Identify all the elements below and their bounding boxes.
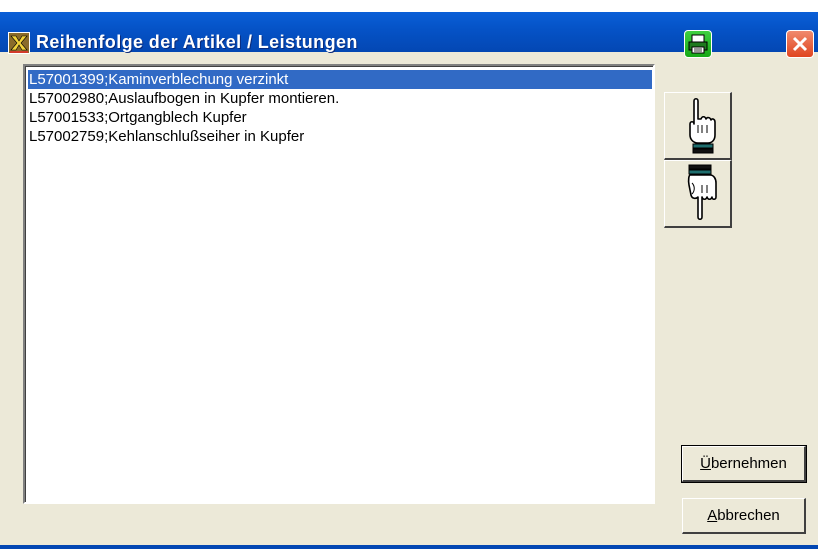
- list-item[interactable]: L57002980;Auslaufbogen in Kupfer montier…: [28, 89, 652, 108]
- item-order-list[interactable]: L57001399;Kaminverblechung verzinkt L570…: [23, 64, 655, 504]
- accept-button-label: bernehmen: [710, 455, 787, 472]
- move-down-button[interactable]: [664, 160, 732, 228]
- cancel-button[interactable]: Abbrechen: [682, 498, 806, 534]
- top-strip: [0, 0, 818, 12]
- print-button[interactable]: [684, 30, 712, 58]
- list-item[interactable]: L57001533;Ortgangblech Kupfer: [28, 108, 652, 127]
- bottom-border: [0, 545, 818, 549]
- printer-icon: [688, 34, 708, 54]
- title-bar[interactable]: Reihenfolge der Artikel / Leistungen: [0, 12, 818, 58]
- move-up-button[interactable]: [664, 92, 732, 160]
- accept-button[interactable]: Übernehmen: [681, 445, 807, 483]
- cancel-button-label: bbrechen: [717, 507, 780, 524]
- app-icon: [8, 32, 30, 54]
- window-title: Reihenfolge der Artikel / Leistungen: [36, 32, 358, 52]
- list-item[interactable]: L57002759;Kehlanschlußseiher in Kupfer: [28, 127, 652, 146]
- cancel-button-mnemonic: A: [707, 507, 718, 524]
- close-button[interactable]: [786, 30, 814, 58]
- hand-pointing-down-icon: [687, 164, 717, 221]
- dialog-window: Reihenfolge der Artikel / Leistungen L57…: [0, 0, 818, 549]
- hand-pointing-up-icon: [689, 97, 716, 154]
- accept-button-mnemonic: Ü: [700, 455, 711, 472]
- close-icon: [792, 36, 808, 52]
- list-item[interactable]: L57001399;Kaminverblechung verzinkt: [28, 70, 652, 89]
